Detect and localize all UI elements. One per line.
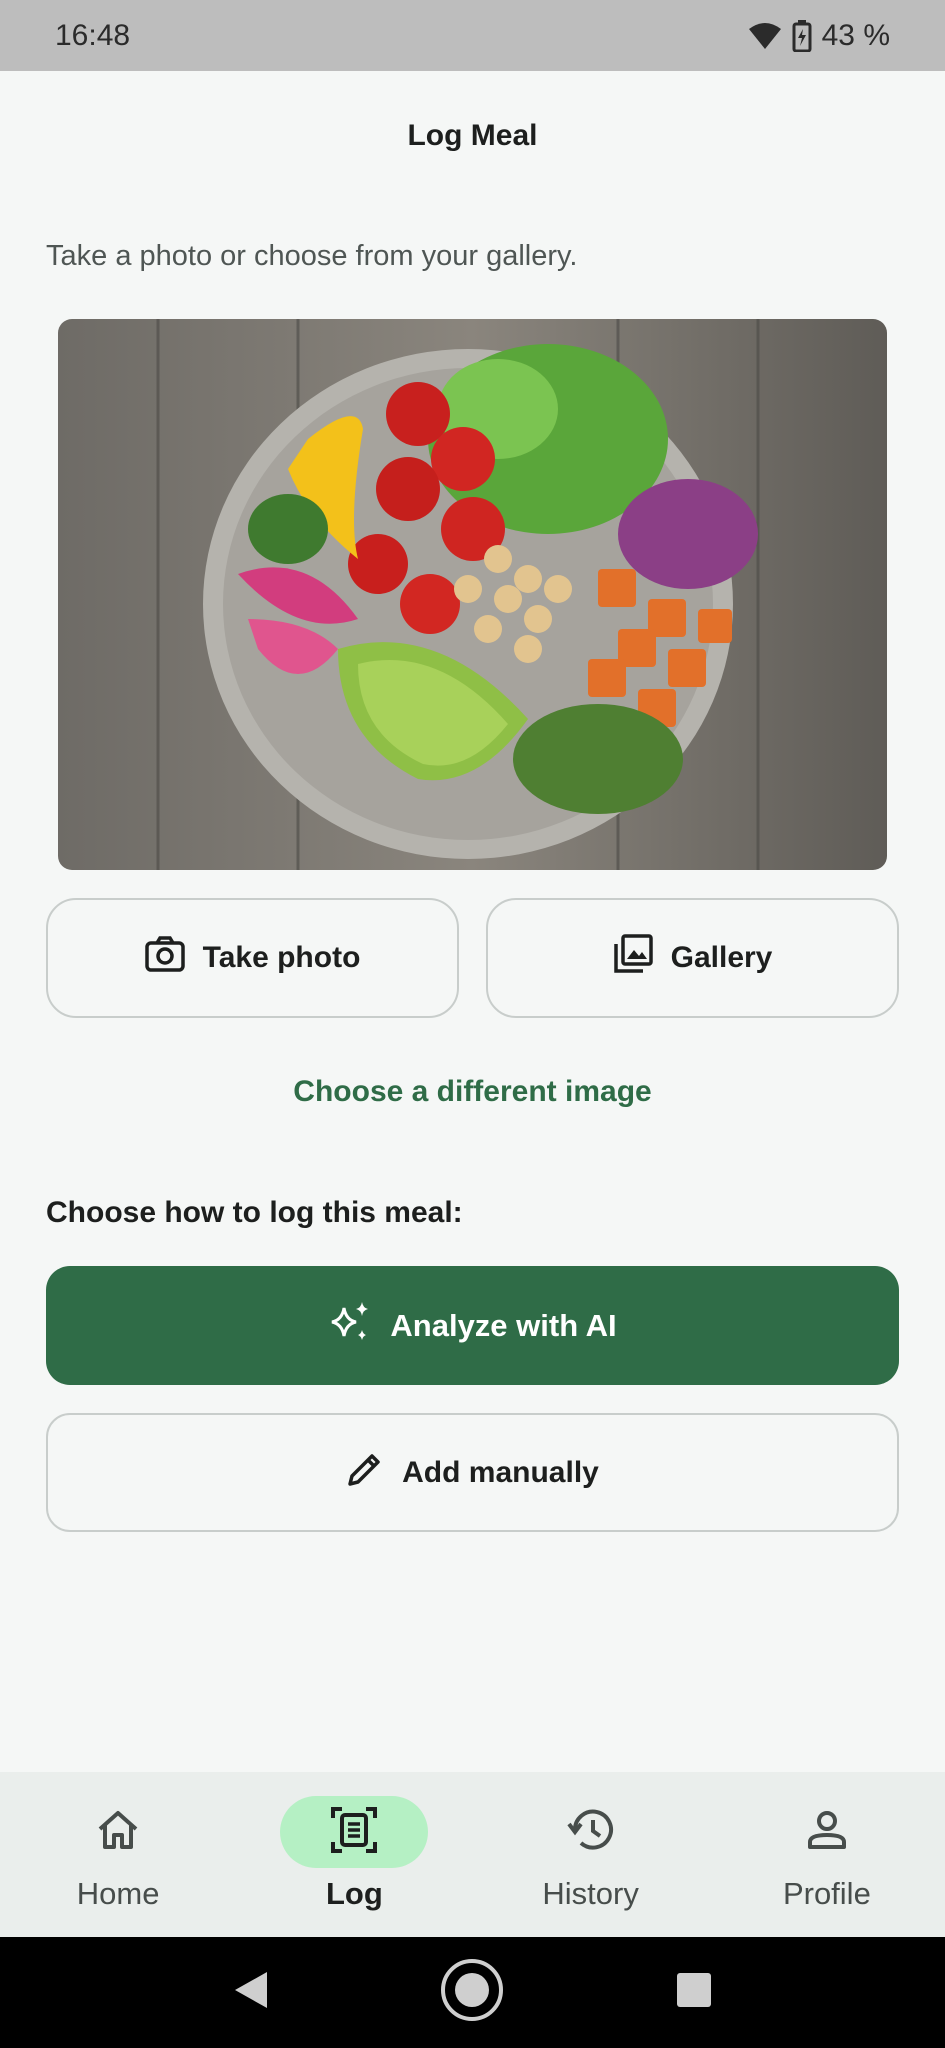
nav-item-profile[interactable]: Profile: [709, 1772, 945, 1937]
wifi-icon: [748, 21, 782, 51]
nav-item-history[interactable]: History: [473, 1772, 709, 1937]
instructions-text: Take a photo or choose from your gallery…: [46, 240, 578, 272]
nav-label-home: Home: [76, 1876, 160, 1911]
status-bar: 16:48 43 %: [0, 0, 945, 71]
back-button[interactable]: [211, 1953, 291, 2033]
status-time: 16:48: [55, 18, 131, 52]
gallery-label: Gallery: [670, 941, 773, 974]
recents-square-icon: [676, 1972, 712, 2013]
pencil-icon: [346, 1450, 384, 1496]
bottom-navigation: Home Log History Profile: [0, 1772, 945, 1937]
battery-icon: [792, 19, 812, 52]
log-method-label: Choose how to log this meal:: [46, 1196, 463, 1229]
profile-icon: [806, 1809, 848, 1856]
home-circle-icon: [439, 1957, 505, 2028]
status-icons: 43 %: [748, 19, 890, 53]
system-navigation-bar: [0, 1937, 945, 2048]
nav-label-history: History: [542, 1876, 639, 1911]
analyze-with-ai-label: Analyze with AI: [390, 1307, 617, 1343]
sparkle-icon: [328, 1300, 372, 1352]
camera-icon: [144, 936, 185, 980]
meal-photo: [58, 319, 887, 870]
analyze-with-ai-button[interactable]: Analyze with AI: [46, 1266, 899, 1385]
take-photo-button[interactable]: Take photo: [46, 898, 459, 1018]
battery-percent: 43 %: [821, 18, 890, 52]
home-system-button[interactable]: [432, 1953, 512, 2033]
page-title: Log Meal: [407, 119, 538, 152]
choose-different-image-link[interactable]: Choose a different image: [0, 1062, 945, 1122]
gallery-icon: [613, 934, 653, 982]
nav-item-log[interactable]: Log: [236, 1772, 472, 1937]
log-icon: [330, 1806, 378, 1859]
add-manually-button[interactable]: Add manually: [46, 1413, 899, 1532]
take-photo-label: Take photo: [202, 941, 361, 974]
nav-item-home[interactable]: Home: [0, 1772, 236, 1937]
back-triangle-icon: [233, 1970, 269, 2015]
history-icon: [567, 1808, 615, 1857]
nav-label-log: Log: [325, 1876, 383, 1911]
app-bar: Log Meal: [0, 71, 945, 201]
home-icon: [96, 1809, 140, 1856]
gallery-button[interactable]: Gallery: [486, 898, 899, 1018]
nav-label-profile: Profile: [782, 1876, 871, 1911]
recents-button[interactable]: [654, 1953, 734, 2033]
add-manually-label: Add manually: [402, 1455, 599, 1489]
